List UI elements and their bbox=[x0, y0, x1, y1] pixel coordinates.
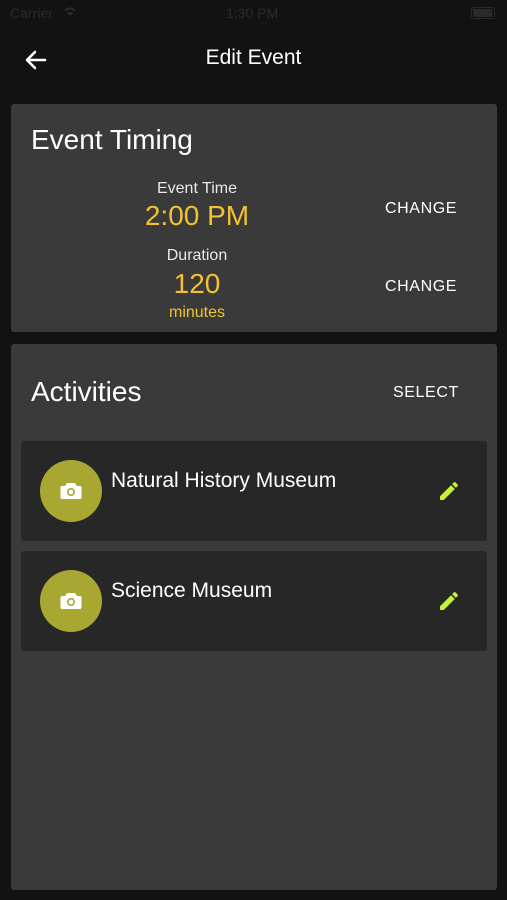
activity-name: Natural History Museum bbox=[111, 469, 337, 492]
pencil-icon bbox=[440, 481, 459, 500]
duration-label: Duration bbox=[166, 247, 228, 264]
event-timing-card: Event Timing Event Time 2:00 PM CHANGE D… bbox=[11, 104, 497, 332]
duration-value: 120 bbox=[173, 268, 221, 299]
status-bar: Carrier 1:30 PM bbox=[0, 0, 507, 28]
select-activities-button[interactable]: SELECT bbox=[385, 380, 467, 406]
event-time-value: 2:00 PM bbox=[144, 200, 250, 231]
pencil-icon bbox=[440, 591, 459, 610]
event-timing-title: Event Timing bbox=[31, 124, 193, 155]
activities-title: Activities bbox=[31, 376, 142, 407]
camera-icon bbox=[60, 593, 82, 609]
activity-avatar bbox=[40, 460, 102, 522]
event-time-label: Event Time bbox=[156, 180, 238, 197]
app-bar: Edit Event bbox=[0, 28, 507, 92]
activity-name: Science Museum bbox=[111, 579, 273, 602]
activity-item[interactable]: Natural History Museum bbox=[21, 441, 487, 541]
change-event-time-button[interactable]: CHANGE bbox=[377, 196, 465, 222]
carrier-label: Carrier bbox=[10, 5, 53, 21]
wifi-icon bbox=[62, 4, 78, 20]
activity-avatar bbox=[40, 570, 102, 632]
change-duration-button[interactable]: CHANGE bbox=[377, 274, 465, 300]
edit-activity-button[interactable] bbox=[435, 587, 463, 615]
activities-card: Activities SELECT Natural History Museum… bbox=[11, 344, 497, 890]
page-title: Edit Event bbox=[205, 46, 302, 69]
activity-item[interactable]: Science Museum bbox=[21, 551, 487, 651]
edit-activity-button[interactable] bbox=[435, 477, 463, 505]
status-time: 1:30 PM bbox=[226, 5, 279, 21]
battery-icon bbox=[471, 7, 495, 19]
camera-icon bbox=[60, 483, 82, 499]
duration-unit: minutes bbox=[168, 304, 226, 321]
